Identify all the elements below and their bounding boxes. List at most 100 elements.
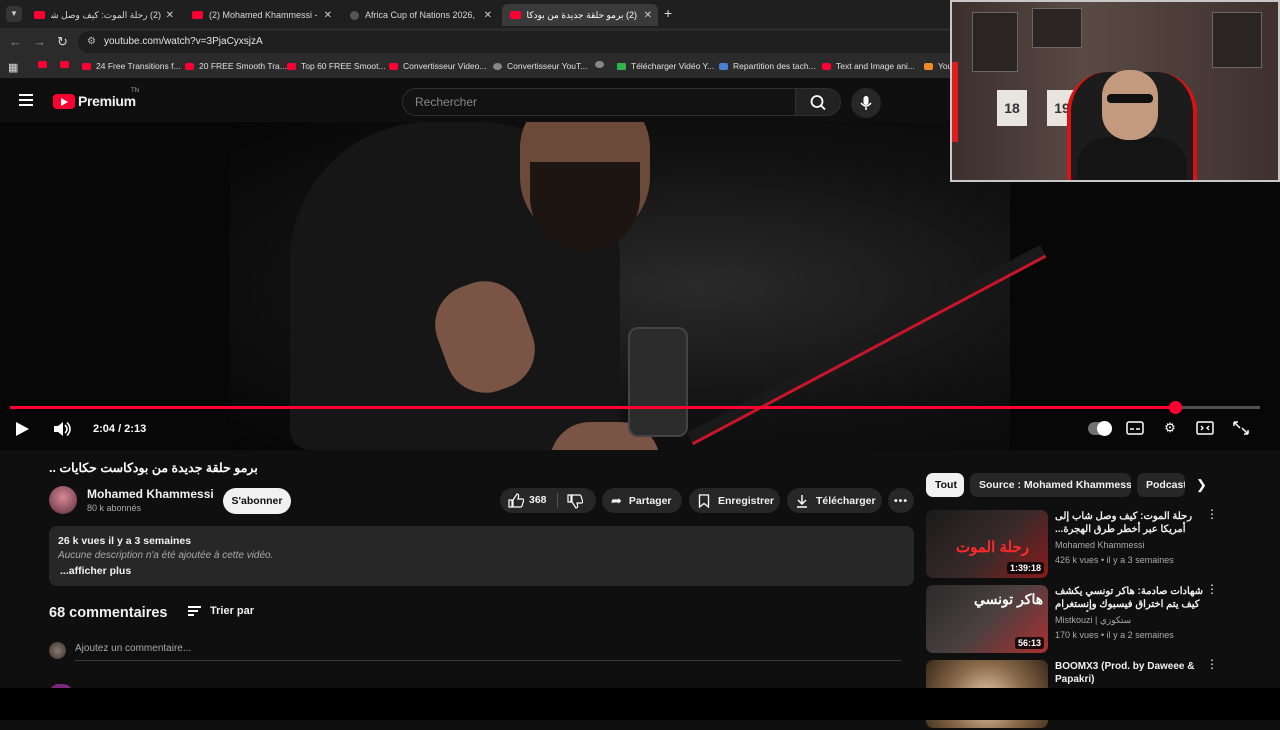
youtube-icon — [389, 62, 398, 70]
wall-poster — [972, 12, 1018, 72]
reload-icon[interactable]: ↻ — [57, 34, 68, 50]
tab-close-icon[interactable]: ✕ — [484, 10, 492, 21]
views-and-date: 426 k vues • il y a 3 semaines — [1055, 555, 1174, 565]
video-title[interactable]: BOOMX3 (Prod. by Daweee & Papakri) — [1055, 660, 1203, 686]
taskbar-strip — [0, 688, 1280, 720]
tab-close-icon[interactable]: ✕ — [324, 10, 332, 21]
chip-podcast[interactable]: Podcast — [1137, 473, 1185, 497]
description-box[interactable]: 26 k vues il y a 3 semaines Aucune descr… — [49, 526, 914, 586]
youtube-premium-logo[interactable]: Premium TN — [53, 88, 139, 109]
bookmark-11[interactable]: Text and Image ani... — [822, 61, 915, 71]
fullscreen-icon[interactable] — [1232, 420, 1250, 436]
search-input[interactable]: Rechercher — [402, 88, 796, 116]
subscribe-button[interactable]: S'abonner — [223, 488, 291, 514]
share-button[interactable]: ➦ Partager — [602, 488, 682, 513]
url-text: youtube.com/watch?v=3PjaCyxsjzA — [104, 36, 263, 47]
orange-site-icon — [924, 62, 933, 70]
channel-name[interactable]: Mohamed Khammessi — [87, 487, 214, 501]
bookmark-label: Text and Image ani... — [836, 61, 915, 71]
show-more-link[interactable]: ...afficher plus — [60, 565, 131, 577]
forward-arrow-icon[interactable]: → — [33, 34, 46, 49]
video-title[interactable]: شهادات صادمة: هاكر تونسي يكشف كيف يتم اخ… — [1055, 585, 1203, 612]
search-button[interactable] — [795, 88, 841, 116]
like-button[interactable] — [508, 493, 525, 511]
voice-search-button[interactable] — [851, 88, 881, 118]
time-display: 2:04 / 2:13 — [93, 423, 147, 435]
bookmark-4[interactable]: 20 FREE Smooth Tra... — [185, 61, 287, 71]
chevron-right-icon[interactable]: ❯ — [1196, 477, 1207, 493]
bookmark-7[interactable]: Convertisseur YouT... — [493, 61, 587, 71]
bookmark-label: 24 Free Transitions f... — [96, 61, 181, 71]
tab-close-icon[interactable]: ✕ — [166, 10, 174, 21]
youtube-icon — [60, 61, 69, 68]
generic-site-icon — [493, 62, 502, 70]
new-tab-icon[interactable]: + — [664, 5, 672, 21]
theater-mode-icon[interactable] — [1196, 420, 1214, 436]
bookmark-8[interactable] — [595, 61, 609, 68]
bookmark-1[interactable] — [38, 61, 52, 68]
chip-source-channel[interactable]: Source : Mohamed Khammessi — [970, 473, 1131, 497]
site-info-icon[interactable]: ⚙ — [87, 31, 96, 53]
back-arrow-icon[interactable]: ← — [9, 34, 22, 49]
tab-close-icon[interactable]: ✕ — [644, 10, 652, 21]
progress-bar[interactable] — [10, 401, 1260, 414]
browser-tab-2[interactable]: (2) Mohamed Khammessi - You ✕ — [184, 4, 338, 26]
youtube-favicon-icon — [192, 11, 203, 19]
kebab-menu-icon[interactable]: ⋮ — [1206, 658, 1218, 670]
youtube-favicon-icon — [34, 11, 45, 19]
browser-tab-3[interactable]: Africa Cup of Nations 2026, Fo ✕ — [342, 4, 498, 26]
channel-name[interactable]: Mistkouzi | ستكوزي — [1055, 615, 1131, 626]
recommendation-item[interactable]: رحلة الموت 1:39:18 رحلة الموت: كيف وصل ش… — [926, 508, 1226, 580]
streamer-glasses — [1107, 94, 1153, 103]
volume-icon[interactable] — [52, 421, 72, 437]
save-button[interactable]: Enregistrer — [689, 488, 780, 513]
like-dislike-group: 368 — [500, 488, 596, 513]
bookmark-label: Télécharger Vidéo Y... — [631, 61, 715, 71]
tab-title: (2) برمو حلقة جديدة من بودكاست — [527, 9, 637, 20]
tab-title: Africa Cup of Nations 2026, Fo — [365, 10, 475, 20]
duration-badge: 56:13 — [1014, 637, 1044, 649]
subtitles-icon[interactable] — [1126, 420, 1144, 436]
kebab-menu-icon[interactable]: ⋮ — [1206, 508, 1218, 520]
bookmark-label: Repartition des tach... — [733, 61, 816, 71]
dislike-button[interactable] — [567, 494, 584, 512]
kebab-menu-icon[interactable]: ⋮ — [1206, 583, 1218, 595]
share-arrow-icon: ➦ — [611, 492, 622, 508]
apps-grid-icon[interactable]: ▦ — [8, 61, 18, 74]
browser-tab-1[interactable]: (2) رحلة الموت: كيف وصل شاب ✕ — [26, 4, 180, 26]
chip-all[interactable]: Tout — [926, 473, 964, 497]
bookmark-6[interactable]: Convertisseur Video... — [389, 61, 486, 71]
user-avatar — [49, 642, 66, 659]
more-actions-icon[interactable]: ••• — [888, 488, 914, 513]
bookmark-9[interactable]: Télécharger Vidéo Y... — [617, 61, 714, 71]
add-comment-input[interactable]: Ajoutez un commentaire... — [75, 643, 901, 661]
video-thumbnail[interactable]: رحلة الموت 1:39:18 — [926, 510, 1048, 578]
logo-text: Premium — [78, 93, 136, 109]
settings-gear-icon[interactable]: ⚙ — [1161, 420, 1179, 436]
recommendation-item[interactable]: هاكر تونسي 56:13 شهادات صادمة: هاكر تونس… — [926, 583, 1226, 655]
search-icon — [810, 95, 826, 111]
globe-icon — [595, 61, 604, 68]
hamburger-menu-icon[interactable] — [19, 94, 33, 106]
download-button[interactable]: Télécharger — [787, 488, 882, 513]
channel-avatar[interactable] — [49, 486, 77, 514]
bookmark-5[interactable]: Top 60 FREE Smoot... — [287, 61, 386, 71]
bookmark-12[interactable]: You — [924, 61, 952, 71]
bookmark-label: 20 FREE Smooth Tra... — [199, 61, 287, 71]
tab-search-chevron-icon[interactable]: ▼ — [6, 6, 22, 22]
views-and-date: 170 k vues • il y a 2 semaines — [1055, 630, 1174, 640]
browser-tab-4-active[interactable]: (2) برمو حلقة جديدة من بودكاست ✕ — [502, 4, 658, 26]
url-field[interactable]: ⚙ youtube.com/watch?v=3PjaCyxsjzA — [78, 31, 958, 53]
streamer-webcam-overlay: 18 19 — [950, 0, 1280, 182]
video-thumbnail[interactable]: هاكر تونسي 56:13 — [926, 585, 1048, 653]
progress-scrubber-handle[interactable] — [1169, 401, 1182, 414]
bookmark-2[interactable] — [60, 61, 74, 68]
play-icon[interactable] — [16, 422, 29, 436]
video-title[interactable]: رحلة الموت: كيف وصل شاب إلى أمريكا عبر أ… — [1055, 510, 1203, 537]
youtube-icon — [38, 61, 47, 68]
channel-name[interactable]: Mohamed Khammessi — [1055, 540, 1145, 550]
bookmark-3[interactable]: 24 Free Transitions f... — [82, 61, 181, 71]
sort-comments-button[interactable]: Trier par — [188, 605, 254, 617]
autoplay-toggle[interactable] — [1088, 421, 1112, 436]
bookmark-10[interactable]: Repartition des tach... — [719, 61, 816, 71]
